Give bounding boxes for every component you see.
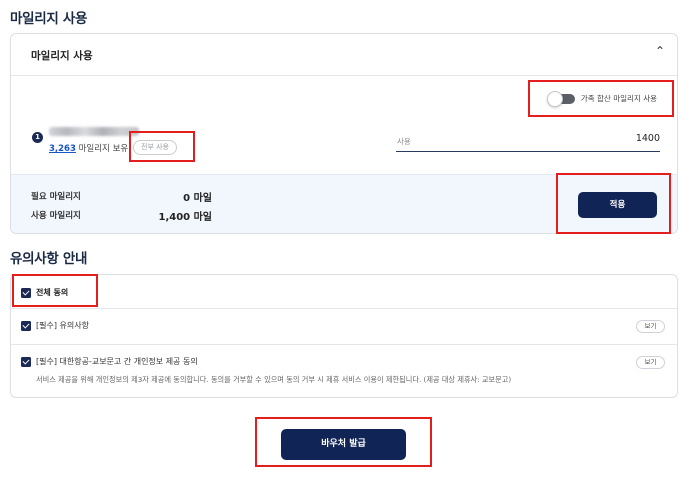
owned-mileage-amount[interactable]: 3,263 xyxy=(49,144,76,154)
account-number-badge: 1 xyxy=(32,132,43,143)
notice-section-title: 유의사항 안내 xyxy=(10,251,88,267)
use-mileage-input[interactable]: 사용 1400 xyxy=(396,132,660,152)
owned-mileage: 3,263 마일리지 보유 xyxy=(49,142,128,154)
privacy-consent-description: 서비스 제공을 위해 개인정보의 제3자 제공에 동의합니다. 동의를 거부할 … xyxy=(36,375,512,384)
mileage-card: 마일리지 사용 ⌃ 가족 합산 마일리지 사용 1 3,263 마일리지 보유 … xyxy=(10,33,678,234)
mileage-section-title: 마일리지 사용 xyxy=(10,11,88,27)
privacy-consent-row[interactable]: [필수] 대한항공-교보문고 간 개인정보 제공 동의 보기 서비스 제공을 위… xyxy=(11,345,677,397)
use-mileage-input-label: 사용 xyxy=(397,137,411,146)
required-mileage-value: 0 마일 xyxy=(183,193,212,204)
agree-all-row[interactable]: 전체 동의 xyxy=(11,275,677,308)
notice-card: 전체 동의 [필수] 유의사항 보기 [필수] 대한항공-교보문고 간 개인정보… xyxy=(10,274,678,398)
notice-item-checkbox[interactable] xyxy=(21,321,31,331)
toggle-knob xyxy=(546,90,563,107)
required-mileage-label: 필요 마일리지 xyxy=(31,192,81,202)
account-name-redacted xyxy=(49,127,139,136)
use-mileage-input-value[interactable]: 1400 xyxy=(636,133,660,144)
always-use-toggle-row[interactable]: 가족 합산 마일리지 사용 xyxy=(546,90,657,107)
chevron-up-icon[interactable]: ⌃ xyxy=(655,44,665,58)
always-use-toggle[interactable] xyxy=(546,90,575,107)
privacy-consent-label: [필수] 대한항공-교보문고 간 개인정보 제공 동의 xyxy=(36,357,198,366)
apply-button[interactable]: 적용 xyxy=(578,192,657,218)
agree-all-checkbox[interactable] xyxy=(21,288,31,298)
use-all-button[interactable]: 전부 사용 xyxy=(133,140,177,155)
always-use-toggle-label: 가족 합산 마일리지 사용 xyxy=(580,94,657,103)
mileage-summary: 필요 마일리지 0 마일 사용 마일리지 1,400 마일 적용 xyxy=(11,174,677,233)
notice-item-row[interactable]: [필수] 유의사항 보기 xyxy=(11,309,677,344)
used-mileage-label: 사용 마일리지 xyxy=(31,211,81,221)
issue-voucher-button[interactable]: 바우처 발급 xyxy=(281,429,406,460)
privacy-consent-checkbox[interactable] xyxy=(21,357,31,367)
mileage-card-title: 마일리지 사용 xyxy=(31,50,93,62)
view-notice-button[interactable]: 보기 xyxy=(636,320,665,333)
mileage-card-header[interactable]: 마일리지 사용 ⌃ xyxy=(11,34,677,76)
owned-mileage-suffix: 마일리지 보유 xyxy=(75,144,129,154)
view-privacy-button[interactable]: 보기 xyxy=(636,356,665,369)
agree-all-label: 전체 동의 xyxy=(36,288,69,297)
used-mileage-value: 1,400 마일 xyxy=(158,212,212,223)
notice-item-label: [필수] 유의사항 xyxy=(36,321,89,330)
